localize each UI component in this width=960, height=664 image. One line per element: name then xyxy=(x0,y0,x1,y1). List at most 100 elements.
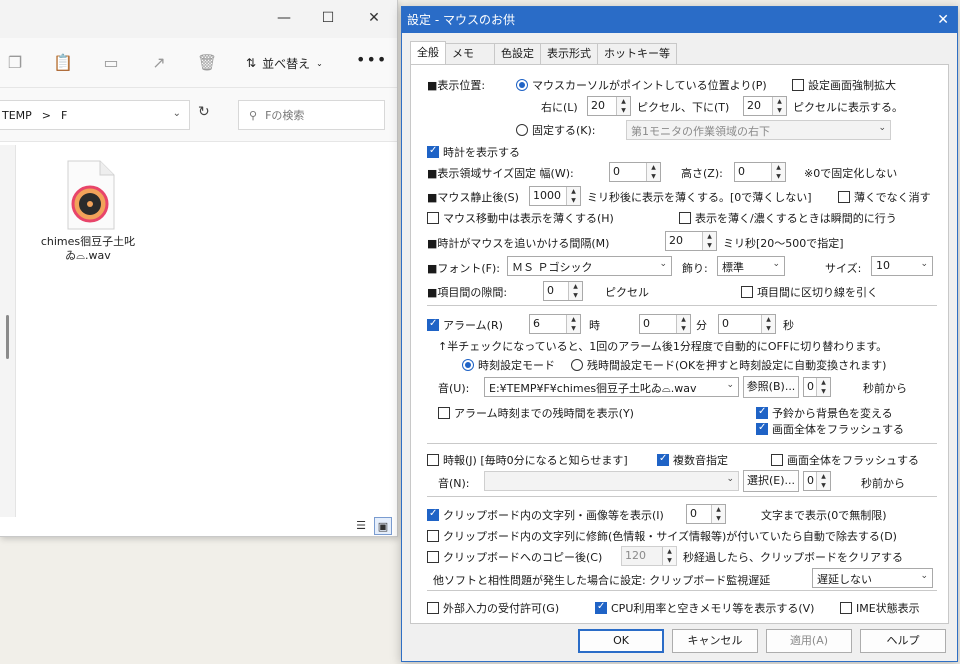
divider-label[interactable]: 項目間に区切り線を引く xyxy=(757,284,878,300)
compat-select[interactable]: 遅延しない ⌄ xyxy=(812,568,933,588)
alarm-sound-select[interactable]: E:¥TEMP¥F¥chimes徊豆子土叱ゐ⌓.wav ⌄ xyxy=(484,377,739,397)
stepper-arrows-icon[interactable]: ▲ ▼ xyxy=(566,187,580,205)
stepper-arrows-icon[interactable]: ▲ ▼ xyxy=(816,378,830,396)
instant-label[interactable]: 表示を薄く/濃くするときは瞬間的に行う xyxy=(695,210,897,226)
font-size-select[interactable]: 10 ⌄ xyxy=(871,256,933,276)
address-bar[interactable]: TEMP > F ⌄ xyxy=(0,100,190,130)
alarm-hour-stepper[interactable]: 6 ▲ ▼ xyxy=(529,314,581,334)
alarm-label[interactable]: アラーム(R) xyxy=(443,317,503,333)
stepper-arrows-icon[interactable]: ▲ ▼ xyxy=(771,163,785,181)
tab-format[interactable]: 表示形式 xyxy=(540,43,598,65)
stepper-arrows-icon[interactable]: ▲ ▼ xyxy=(676,315,690,333)
down-offset-stepper[interactable]: 20 ▲ ▼ xyxy=(743,96,787,116)
help-button[interactable]: ヘルプ xyxy=(860,629,946,653)
alarm-flash-checkbox[interactable] xyxy=(756,422,768,435)
radio-fixed-label[interactable]: 固定する(K): xyxy=(532,122,596,138)
clipboard-chars-stepper[interactable]: 0 ▲ ▼ xyxy=(686,504,726,524)
chime-checkbox[interactable] xyxy=(427,454,439,466)
chime-flash-label[interactable]: 画面全体をフラッシュする xyxy=(787,452,919,468)
clipboard-copy-checkbox[interactable] xyxy=(427,551,439,563)
radio-remain-mode[interactable] xyxy=(571,359,583,371)
select-sound-button[interactable]: 選択(E)... xyxy=(743,470,799,492)
minimize-icon[interactable]: — xyxy=(274,8,294,28)
alarm-flash-label[interactable]: 画面全体をフラッシュする xyxy=(772,421,904,437)
chevron-down-icon[interactable]: ⌄ xyxy=(173,108,181,119)
fixed-position-select[interactable]: 第1モニタの作業領域の右下 ⌄ xyxy=(626,120,891,140)
erase-label[interactable]: 薄くでなく消す xyxy=(854,189,931,205)
show-clock-label[interactable]: 時計を表示する xyxy=(443,144,520,160)
more-button[interactable]: ••• xyxy=(356,50,387,69)
search-input[interactable]: ⚲ Fの検索 xyxy=(238,100,385,130)
refresh-icon[interactable]: ↻ xyxy=(198,104,210,120)
multi-sound-checkbox[interactable] xyxy=(657,453,669,466)
sort-button[interactable]: ⇅ 並べ替え ⌄ xyxy=(246,51,323,75)
force-enlarge-checkbox[interactable] xyxy=(792,79,804,91)
chime-label[interactable]: 時報(J) [毎時0分になると知らせます] xyxy=(443,452,628,468)
bg-change-label[interactable]: 予鈴から背景色を変える xyxy=(772,405,893,421)
mouse-move-thin-label[interactable]: マウス移動中は表示を薄くする(H) xyxy=(443,210,614,226)
decoration-select[interactable]: 標準 ⌄ xyxy=(717,256,785,276)
erase-checkbox[interactable] xyxy=(838,191,850,203)
radio-mouse-position[interactable] xyxy=(516,79,528,91)
divider-checkbox[interactable] xyxy=(741,286,753,298)
cpu-checkbox[interactable] xyxy=(595,601,607,614)
clipboard-strip-label[interactable]: クリップボード内の文字列に修飾(色情報・サイズ情報等)が付いていたら自動で除去す… xyxy=(443,528,897,544)
stepper-arrows-icon[interactable]: ▲ ▼ xyxy=(772,97,786,115)
browse-button[interactable]: 参照(B)... xyxy=(743,376,799,398)
close-icon[interactable]: ✕ xyxy=(364,8,384,28)
chime-before-stepper[interactable]: 0 ▲ ▼ xyxy=(803,471,831,491)
scrollbar-thumb[interactable] xyxy=(6,315,9,359)
tab-color[interactable]: 色設定 xyxy=(494,43,541,65)
follow-interval-stepper[interactable]: 20 ▲ ▼ xyxy=(665,231,717,251)
stepper-arrows-icon[interactable]: ▲ ▼ xyxy=(761,315,775,333)
radio-time-mode[interactable] xyxy=(462,359,474,371)
tab-memo[interactable]: メモ xyxy=(445,43,495,65)
mouse-move-thin-checkbox[interactable] xyxy=(427,212,439,224)
show-remain-label[interactable]: アラーム時刻までの残時間を表示(Y) xyxy=(454,405,634,421)
paste-icon[interactable]: 📋 xyxy=(52,52,74,74)
rename-icon[interactable]: ▭ xyxy=(100,52,122,74)
tab-hotkey[interactable]: ホットキー等 xyxy=(597,43,677,65)
cpu-label[interactable]: CPU利用率と空きメモリ等を表示する(V) xyxy=(611,600,814,616)
alarm-minute-stepper[interactable]: 0 ▲ ▼ xyxy=(639,314,691,334)
file-item[interactable]: chimes徊豆子土叱ゐ⌓.wav xyxy=(40,159,136,263)
clipboard-copy-stepper[interactable]: 120 ▲ ▼ xyxy=(621,546,677,566)
mouse-stop-stepper[interactable]: 1000 ▲ ▼ xyxy=(529,186,581,206)
chime-sound-select[interactable]: ⌄ xyxy=(484,471,739,491)
chime-flash-checkbox[interactable] xyxy=(771,454,783,466)
stepper-arrows-icon[interactable]: ▲ ▼ xyxy=(616,97,630,115)
radio-remain-mode-label[interactable]: 残時間設定モード(OKを押すと時刻設定に自動変換されます) xyxy=(587,357,886,373)
breadcrumb-temp[interactable]: TEMP xyxy=(2,109,32,122)
force-enlarge-label[interactable]: 設定画面強制拡大 xyxy=(808,77,896,93)
clipboard-show-label[interactable]: クリップボード内の文字列・画像等を表示(I) xyxy=(443,507,664,523)
right-offset-stepper[interactable]: 20 ▲ ▼ xyxy=(587,96,631,116)
delete-icon[interactable]: 🗑 xyxy=(196,52,218,74)
show-clock-checkbox[interactable] xyxy=(427,145,439,158)
height-stepper[interactable]: 0 ▲ ▼ xyxy=(734,162,786,182)
alarm-second-stepper[interactable]: 0 ▲ ▼ xyxy=(718,314,776,334)
radio-fixed-position[interactable] xyxy=(516,124,528,136)
close-icon[interactable]: ✕ xyxy=(937,7,949,33)
stepper-arrows-icon[interactable]: ▲ ▼ xyxy=(568,282,582,300)
ok-button[interactable]: OK xyxy=(578,629,664,653)
ime-label[interactable]: IME状態表示 xyxy=(856,600,920,616)
stepper-arrows-icon[interactable]: ▲ ▼ xyxy=(816,472,830,490)
clipboard-strip-checkbox[interactable] xyxy=(427,530,439,542)
show-remain-checkbox[interactable] xyxy=(438,407,450,419)
apply-button[interactable]: 適用(A) xyxy=(766,629,852,653)
external-input-checkbox[interactable] xyxy=(427,602,439,614)
multi-sound-label[interactable]: 複数音指定 xyxy=(673,452,728,468)
spacing-stepper[interactable]: 0 ▲ ▼ xyxy=(543,281,583,301)
bg-change-checkbox[interactable] xyxy=(756,406,768,419)
alarm-checkbox[interactable] xyxy=(427,318,439,331)
share-icon[interactable]: ↗ xyxy=(148,52,170,74)
stepper-arrows-icon[interactable]: ▲ ▼ xyxy=(662,547,676,565)
radio-mouse-position-label[interactable]: マウスカーソルがポイントしている位置より(P) xyxy=(532,77,767,93)
external-input-label[interactable]: 外部入力の受付許可(G) xyxy=(443,600,559,616)
font-select[interactable]: ＭＳ Ｐゴシック ⌄ xyxy=(507,256,672,276)
instant-checkbox[interactable] xyxy=(679,212,691,224)
clipboard-show-checkbox[interactable] xyxy=(427,508,439,521)
cancel-button[interactable]: キャンセル xyxy=(672,629,758,653)
radio-time-mode-label[interactable]: 時刻設定モード xyxy=(478,357,555,373)
ime-checkbox[interactable] xyxy=(840,602,852,614)
